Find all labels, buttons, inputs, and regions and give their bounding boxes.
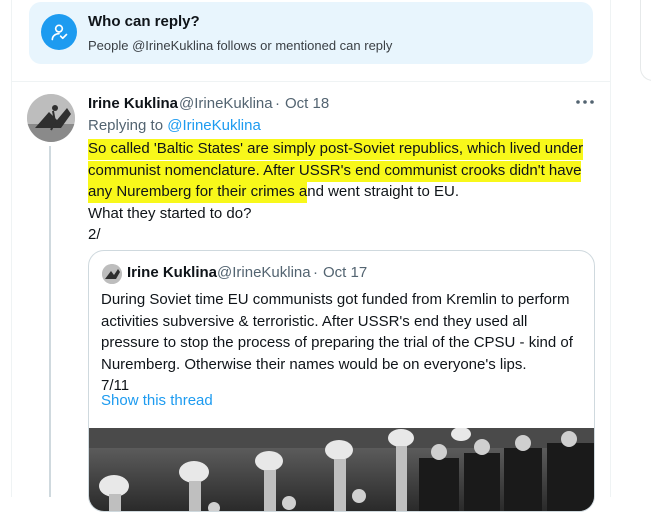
divider: [11, 81, 610, 82]
quote-text: During Soviet time EU communists got fun…: [101, 289, 586, 397]
replying-handle-link[interactable]: @IrineKuklina: [167, 117, 261, 134]
highlighted-text: So called 'Baltic States' are simply pos…: [88, 139, 584, 160]
tweet-text-line: communist nomenclature. After USSR's end…: [88, 160, 598, 182]
quote-text-line: During Soviet time EU communists got fun…: [101, 291, 570, 308]
highlighted-text: any Nuremberg for their crimes a: [88, 182, 308, 203]
quoted-tweet[interactable]: Irine Kuklina @IrineKuklina · Oct 17 Dur…: [88, 250, 595, 512]
replying-prefix: Replying to: [88, 117, 164, 134]
quote-avatar: [102, 264, 122, 284]
tweet-text-line: 2/: [88, 226, 101, 243]
replying-to: Replying to @IrineKuklina: [88, 117, 261, 134]
tweet-separator: ·: [275, 95, 280, 112]
quote-text-line: activities subversive & terroristic. Aft…: [101, 312, 528, 330]
tweet-text-line: What they started to do?: [88, 204, 252, 222]
tweet-author-handle[interactable]: @IrineKuklina: [179, 95, 273, 112]
more-horizontal-icon[interactable]: [573, 93, 597, 111]
quote-text-line: Nuremberg. Otherwise their names would b…: [101, 355, 527, 373]
quote-text-line: pressure to stop the process of preparin…: [101, 334, 573, 351]
tweet-text-plain: nd went straight to EU.: [307, 183, 459, 200]
quote-separator: ·: [313, 264, 318, 281]
quote-date: Oct 17: [323, 264, 368, 281]
sidebar-edge: [640, 0, 651, 81]
tweet-text-line: any Nuremberg for their crimes and went …: [88, 181, 598, 203]
highlighted-text: communist nomenclature. After USSR's end…: [88, 160, 582, 182]
banner-title: Who can reply?: [88, 13, 200, 30]
show-thread-link[interactable]: Show this thread: [101, 392, 213, 409]
tweet-author-name[interactable]: Irine Kuklina: [88, 95, 178, 112]
banner-subtitle: People @IrineKuklina follows or mentione…: [88, 38, 393, 53]
quote-author-name: Irine Kuklina: [127, 264, 218, 281]
thread-connector: [49, 146, 51, 497]
user-mention-icon: [41, 14, 77, 50]
tweet-text: So called 'Baltic States' are simply pos…: [88, 138, 598, 246]
who-can-reply-banner: Who can reply? People @IrineKuklina foll…: [29, 2, 593, 64]
tweet-text-line: So called 'Baltic States' are simply pos…: [88, 138, 598, 160]
avatar[interactable]: [27, 94, 75, 142]
tweet-date[interactable]: Oct 18: [285, 95, 329, 112]
quote-photo[interactable]: [89, 427, 594, 511]
quote-author-handle: @IrineKuklina: [217, 264, 311, 281]
